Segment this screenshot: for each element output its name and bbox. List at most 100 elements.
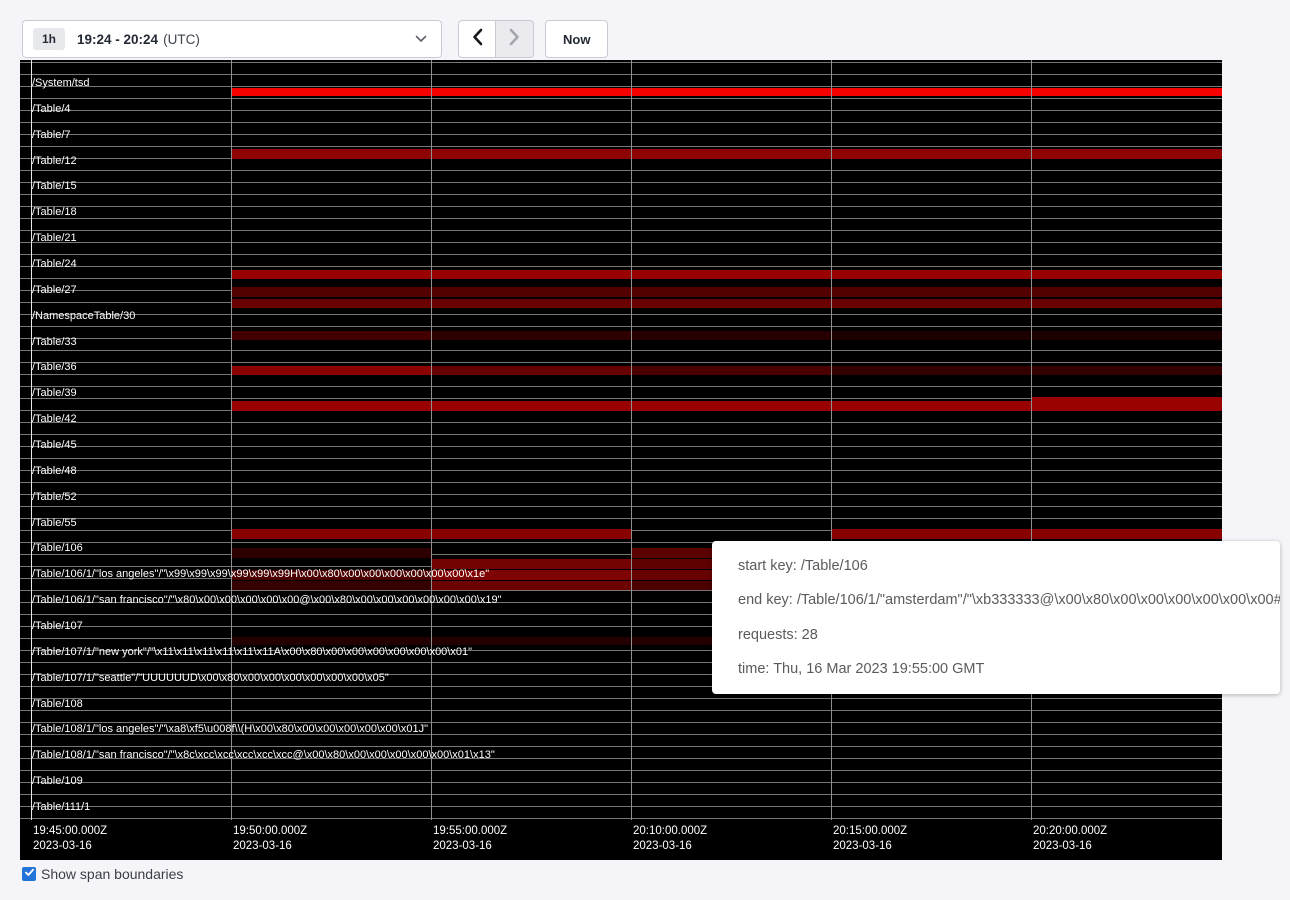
hot-span <box>431 366 631 375</box>
span-boundary-line <box>20 458 1222 459</box>
span-boundary-line <box>20 470 1222 471</box>
hot-span <box>232 366 431 375</box>
time-range-timezone: (UTC) <box>163 32 200 47</box>
hot-span <box>831 331 1222 340</box>
x-axis-tick-date: 2023-03-16 <box>633 839 692 854</box>
span-boundary-line <box>20 194 1222 195</box>
span-boundary-line <box>20 482 1222 483</box>
span-boundary-line <box>20 518 1222 519</box>
hot-span <box>631 331 831 340</box>
hot-span <box>232 299 1222 308</box>
grid-line-vertical <box>1031 60 1032 820</box>
span-boundary-line <box>20 218 1222 219</box>
span-boundary-line <box>20 122 1222 123</box>
span-boundary-line <box>20 110 1222 111</box>
span-boundary-line <box>20 254 1222 255</box>
row-label: /Table/106 <box>32 542 83 555</box>
tooltip-start-key: start key: /Table/106 <box>738 558 1280 574</box>
span-boundary-line <box>20 230 1222 231</box>
row-label: /Table/7 <box>32 129 71 142</box>
show-span-boundaries-label: Show span boundaries <box>41 866 183 882</box>
row-label: /Table/12 <box>32 155 77 168</box>
row-label: /Table/48 <box>32 465 77 478</box>
heatmap[interactable]: 19:45:00.000Z2023-03-1619:50:00.000Z2023… <box>20 60 1222 860</box>
span-boundary-line <box>20 710 1222 711</box>
span-boundary-line <box>20 782 1222 783</box>
grid-line-vertical <box>231 60 232 820</box>
hot-span <box>232 270 1222 279</box>
span-boundary-line <box>20 506 1222 507</box>
chevron-down-icon <box>415 35 427 43</box>
hot-span <box>831 366 1222 375</box>
key-visualizer-page: { "toolbar": { "time_range": { "badge": … <box>0 0 1290 900</box>
span-boundary-line <box>20 698 1222 699</box>
span-boundary-line <box>20 806 1222 807</box>
x-axis-tick-time: 20:15:00.000Z <box>833 824 907 839</box>
span-boundary-line <box>20 206 1222 207</box>
x-axis-tick-date: 2023-03-16 <box>33 839 92 854</box>
now-button[interactable]: Now <box>545 20 608 58</box>
tooltip-end-key: end key: /Table/106/1/"amsterdam"/"\xb33… <box>738 592 1280 608</box>
hot-span <box>232 88 1222 96</box>
row-label: /Table/111/1 <box>32 801 90 814</box>
hot-span <box>232 287 1222 297</box>
next-range-button[interactable] <box>496 20 534 58</box>
x-axis-tick-date: 2023-03-16 <box>833 839 892 854</box>
grid-line-vertical <box>631 60 632 820</box>
row-label: /Table/52 <box>32 491 77 504</box>
time-range-dropdown[interactable]: 1h 19:24 - 20:24 (UTC) <box>22 20 442 58</box>
row-label: /Table/107/1/"seattle"/"UUUUUUD\x00\x80\… <box>32 672 389 685</box>
row-label: /Table/106/1/"san francisco"/"\x80\x00\x… <box>32 594 502 607</box>
row-label: /Table/107/1/"new york"/"\x11\x11\x11\x1… <box>32 646 472 659</box>
span-boundary-line <box>20 386 1222 387</box>
row-label: /Table/108/1/"los angeles"/"\xa8\xf5\u00… <box>32 723 428 736</box>
span-boundary-line <box>20 74 1222 75</box>
span-boundary-line <box>20 446 1222 447</box>
row-label: /Table/15 <box>32 180 77 193</box>
hot-span <box>431 581 631 590</box>
hot-span <box>232 149 1222 159</box>
row-label: /Table/36 <box>32 361 77 374</box>
row-label: /Table/39 <box>32 387 77 400</box>
span-boundary-line <box>20 182 1222 183</box>
hot-span <box>232 331 431 340</box>
span-boundary-line <box>20 86 1222 87</box>
show-span-boundaries-checkbox[interactable] <box>22 867 36 881</box>
row-label: /Table/55 <box>32 517 77 530</box>
span-boundary-line <box>20 326 1222 327</box>
check-icon <box>24 865 35 883</box>
time-range-label: 19:24 - 20:24 <box>77 32 158 47</box>
row-label: /Table/108 <box>32 698 83 711</box>
hot-span <box>631 366 831 375</box>
chevron-left-icon <box>471 28 484 51</box>
x-axis-tick-date: 2023-03-16 <box>233 839 292 854</box>
row-label: /NamespaceTable/30 <box>32 310 135 323</box>
toolbar: 1h 19:24 - 20:24 (UTC) Now <box>0 0 1290 60</box>
x-axis-tick-time: 19:50:00.000Z <box>233 824 307 839</box>
span-boundary-line <box>20 494 1222 495</box>
span-boundary-line <box>20 266 1222 267</box>
span-boundary-line <box>20 794 1222 795</box>
x-axis-tick-time: 19:55:00.000Z <box>433 824 507 839</box>
row-label: /Table/18 <box>32 206 77 219</box>
previous-range-button[interactable] <box>458 20 496 58</box>
row-label: /Table/107 <box>32 620 83 633</box>
hot-span <box>831 529 1222 539</box>
span-boundary-line <box>20 62 1222 63</box>
x-axis-tick-date: 2023-03-16 <box>433 839 492 854</box>
span-boundary-line <box>20 98 1222 99</box>
span-boundary-line <box>20 434 1222 435</box>
grid-line-vertical <box>831 60 832 820</box>
span-boundary-line <box>20 314 1222 315</box>
row-label: /Table/108/1/"san francisco"/"\x8c\xcc\x… <box>32 749 495 762</box>
row-label: /Table/21 <box>32 232 77 245</box>
row-label: /Table/4 <box>32 103 71 116</box>
row-label: /System/tsd <box>32 77 89 90</box>
span-boundary-line <box>20 170 1222 171</box>
span-boundary-line <box>20 242 1222 243</box>
span-boundary-line <box>20 746 1222 747</box>
span-boundary-line <box>20 770 1222 771</box>
time-nav-group <box>458 20 534 58</box>
x-axis-tick-time: 20:10:00.000Z <box>633 824 707 839</box>
x-axis-tick-date: 2023-03-16 <box>1033 839 1092 854</box>
